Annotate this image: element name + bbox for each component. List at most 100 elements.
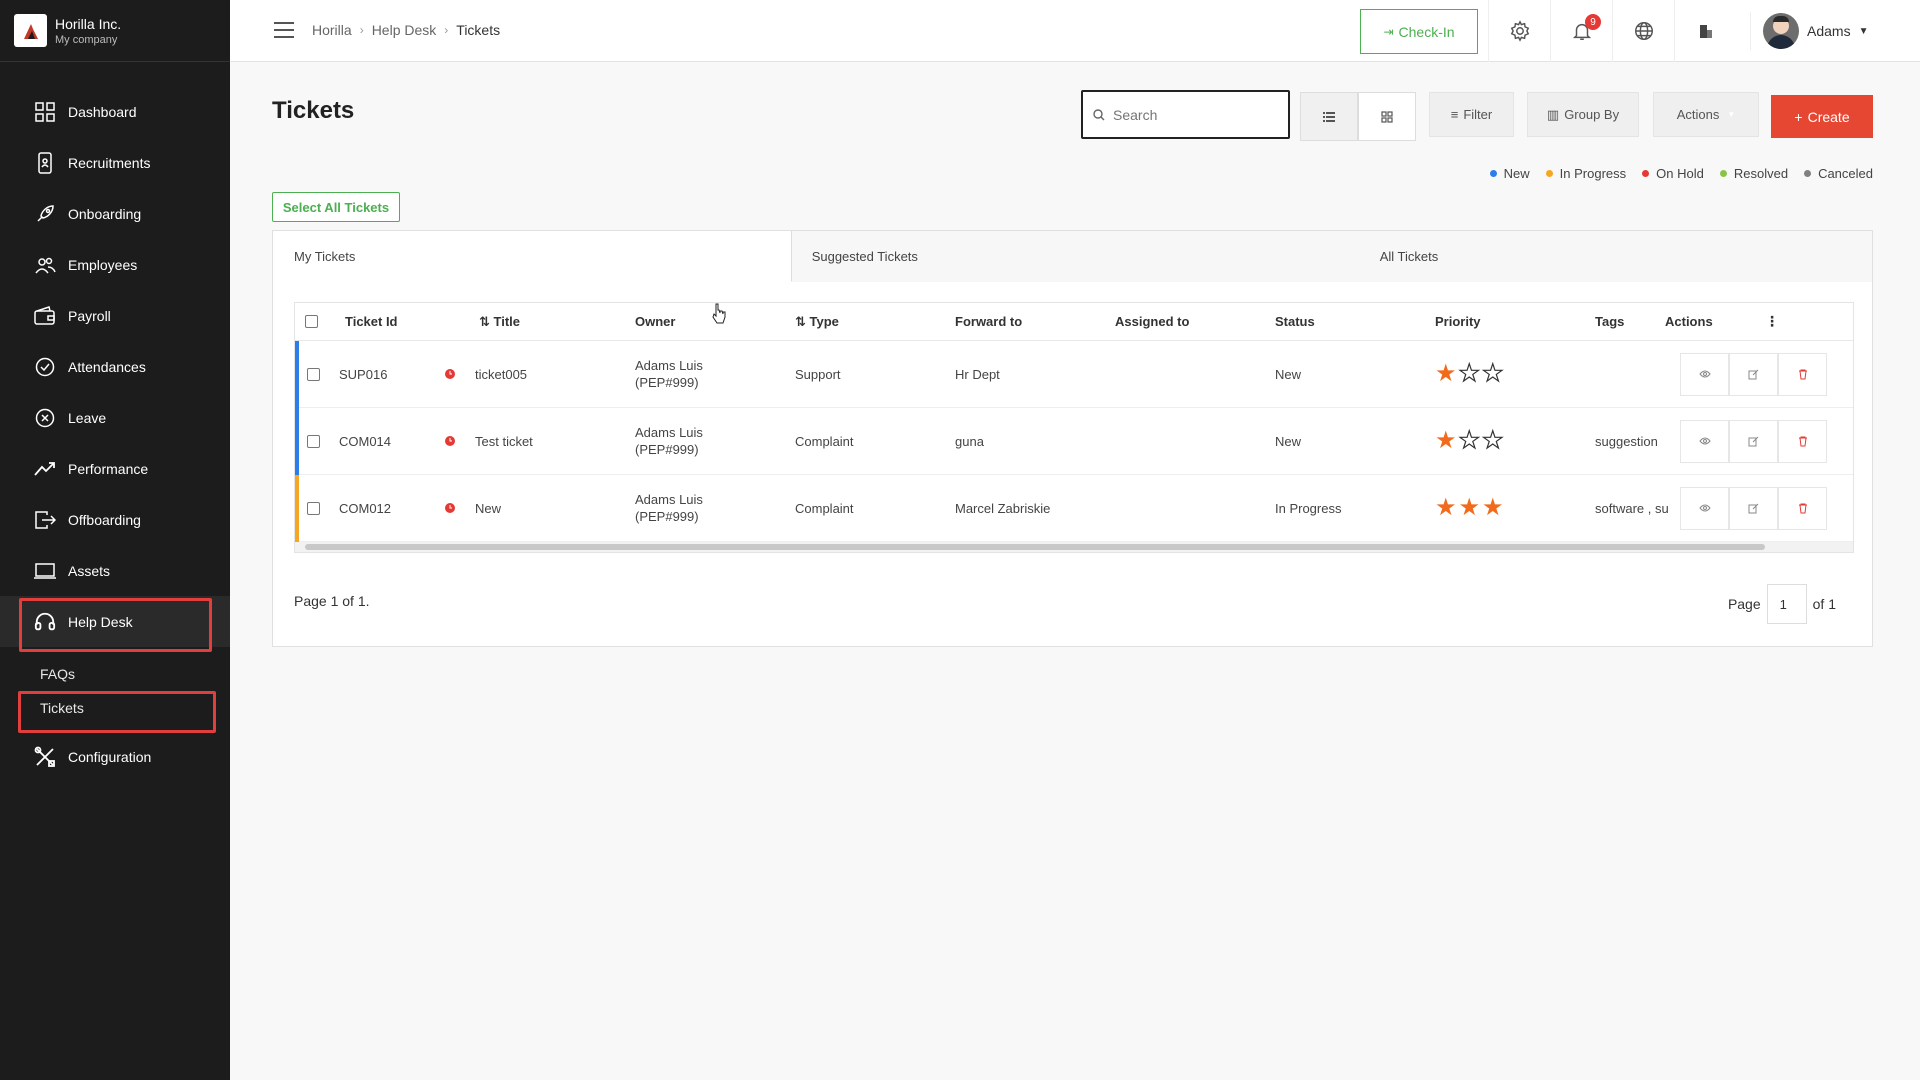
company-switch-button[interactable]	[1674, 0, 1736, 62]
ticket-title[interactable]: ticket005	[475, 367, 635, 382]
column-type[interactable]: ⇅ Type	[795, 314, 955, 330]
sidebar-item-employees[interactable]: Employees	[0, 239, 230, 290]
sidebar-item-payroll[interactable]: Payroll	[0, 290, 230, 341]
column-title[interactable]: ⇅ Title	[475, 314, 635, 330]
breadcrumb-help-desk[interactable]: Help Desk	[372, 22, 437, 38]
star-filled-icon[interactable]: ★	[1435, 496, 1457, 520]
column-ticket-id[interactable]: Ticket Id	[315, 314, 475, 329]
delete-button[interactable]	[1778, 352, 1827, 396]
sidebar-item-offboarding[interactable]: Offboarding	[0, 494, 230, 545]
sidebar-item-attendances[interactable]: Attendances	[0, 341, 230, 392]
sidebar-item-label: Leave	[68, 409, 107, 426]
sort-icon: ⇅	[479, 313, 494, 329]
breadcrumb-horilla[interactable]: Horilla	[312, 22, 352, 38]
group-by-button[interactable]: ▥ Group By	[1527, 92, 1639, 137]
priority-stars[interactable]: ★ ★ ★	[1435, 428, 1595, 453]
group-by-icon: ▥	[1546, 106, 1560, 122]
filter-button[interactable]: ≡ Filter	[1429, 92, 1514, 137]
priority-stars[interactable]: ★ ★ ★	[1435, 496, 1595, 520]
actions-dropdown-button[interactable]: Actions ▼	[1653, 92, 1759, 137]
view-button[interactable]	[1680, 352, 1729, 396]
tab-suggested-tickets[interactable]: Suggested Tickets	[812, 249, 918, 264]
check-circle-icon	[34, 356, 56, 378]
table-row[interactable]: COM012 New Adams Luis (PEP#999) Complaint Mar…	[295, 475, 1853, 542]
column-status[interactable]: Status	[1275, 314, 1435, 329]
sidebar-item-onboarding[interactable]: Onboarding	[0, 188, 230, 239]
star-outline-icon[interactable]: ★	[1481, 428, 1504, 453]
tab-all-tickets[interactable]: All Tickets	[1380, 249, 1439, 264]
search-box[interactable]	[1081, 90, 1290, 139]
sidebar-nav: Dashboard Recruitments Onboarding Employ…	[0, 86, 230, 782]
notifications-button[interactable]: 9	[1550, 0, 1612, 62]
view-button[interactable]	[1680, 486, 1729, 530]
tab-my-tickets[interactable]: My Tickets	[273, 231, 792, 282]
edit-button[interactable]	[1729, 352, 1778, 396]
topbar: Horilla › Help Desk › Tickets ⇥ Check-In…	[230, 0, 1920, 62]
ticket-title[interactable]: New	[475, 501, 635, 516]
list-view-button[interactable]	[1300, 92, 1358, 141]
page-number-input[interactable]: 1	[1766, 584, 1807, 624]
column-forward-to[interactable]: Forward to	[955, 314, 1115, 329]
select-all-tickets-button[interactable]: Select All Tickets	[272, 192, 400, 222]
grid-view-button[interactable]	[1358, 92, 1416, 141]
star-filled-icon[interactable]: ★	[1435, 429, 1457, 453]
check-in-button[interactable]: ⇥ Check-In	[1360, 9, 1478, 54]
view-button[interactable]	[1680, 419, 1729, 463]
edit-button[interactable]	[1729, 486, 1778, 530]
settings-button[interactable]	[1488, 0, 1550, 62]
language-button[interactable]	[1612, 0, 1674, 62]
mouse-cursor-icon	[712, 303, 726, 324]
sidebar-item-configuration[interactable]: Configuration	[0, 731, 230, 782]
menu-toggle-icon[interactable]	[274, 22, 294, 38]
sidebar-item-recruitments[interactable]: Recruitments	[0, 137, 230, 188]
login-icon: ⇥	[1383, 24, 1394, 39]
ticket-id[interactable]: COM012	[315, 501, 445, 516]
search-input[interactable]	[1113, 106, 1273, 123]
brand-company: My company	[55, 33, 118, 46]
edit-button[interactable]	[1729, 419, 1778, 463]
delete-button[interactable]	[1778, 486, 1827, 530]
caret-down-icon: ▼	[1858, 25, 1869, 37]
create-button[interactable]: + Create	[1771, 95, 1873, 138]
star-filled-icon[interactable]: ★	[1482, 496, 1504, 520]
star-outline-icon[interactable]: ★	[1458, 428, 1481, 453]
legend-resolved[interactable]: Resolved	[1719, 166, 1788, 181]
star-filled-icon[interactable]: ★	[1459, 496, 1481, 520]
user-menu[interactable]: Adams ▼	[1750, 12, 1868, 50]
column-assigned-to[interactable]: Assigned to	[1115, 314, 1275, 329]
horizontal-scrollbar[interactable]	[295, 542, 1853, 552]
legend-on-hold[interactable]: On Hold	[1642, 166, 1704, 181]
eye-icon	[1698, 437, 1711, 445]
ticket-title[interactable]: Test ticket	[475, 434, 635, 449]
legend-new[interactable]: New	[1489, 166, 1530, 181]
filter-icon: ≡	[1450, 107, 1459, 122]
eye-icon	[1698, 504, 1711, 512]
sidebar-item-leave[interactable]: Leave	[0, 392, 230, 443]
sidebar-item-dashboard[interactable]: Dashboard	[0, 86, 230, 137]
star-outline-icon[interactable]: ★	[1458, 361, 1481, 386]
legend-in-progress[interactable]: In Progress	[1545, 166, 1626, 181]
priority-stars[interactable]: ★ ★ ★	[1435, 361, 1595, 386]
more-vertical-icon[interactable]: ⋮	[1765, 313, 1785, 330]
table-row[interactable]: COM014 Test ticket Adams Luis (PEP#999) Comp…	[295, 408, 1853, 475]
ticket-id[interactable]: COM014	[315, 434, 445, 449]
avatar	[1763, 13, 1799, 49]
brand[interactable]: Horilla Inc. My company	[0, 0, 230, 62]
star-filled-icon[interactable]: ★	[1435, 362, 1457, 386]
sidebar-item-label: Attendances	[68, 358, 146, 375]
sidebar-subitem-faqs[interactable]: FAQs	[0, 657, 230, 691]
sidebar-item-label: Performance	[68, 460, 149, 477]
column-priority[interactable]: Priority	[1435, 314, 1595, 329]
delete-button[interactable]	[1778, 419, 1827, 463]
sidebar-item-assets[interactable]: Assets	[0, 545, 230, 596]
highlight-help-desk	[19, 598, 212, 652]
legend-canceled[interactable]: Canceled	[1804, 166, 1873, 181]
sidebar-item-performance[interactable]: Performance	[0, 443, 230, 494]
column-tags[interactable]: Tags	[1595, 314, 1665, 329]
table-row[interactable]: SUP016 ticket005 Adams Luis (PEP#999) Suppor…	[295, 341, 1853, 408]
ticket-id[interactable]: SUP016	[315, 367, 445, 382]
star-outline-icon[interactable]: ★	[1481, 361, 1504, 386]
wallet-icon	[34, 305, 56, 327]
exit-icon	[34, 509, 56, 531]
owner-code: (PEP#999)	[635, 442, 699, 457]
